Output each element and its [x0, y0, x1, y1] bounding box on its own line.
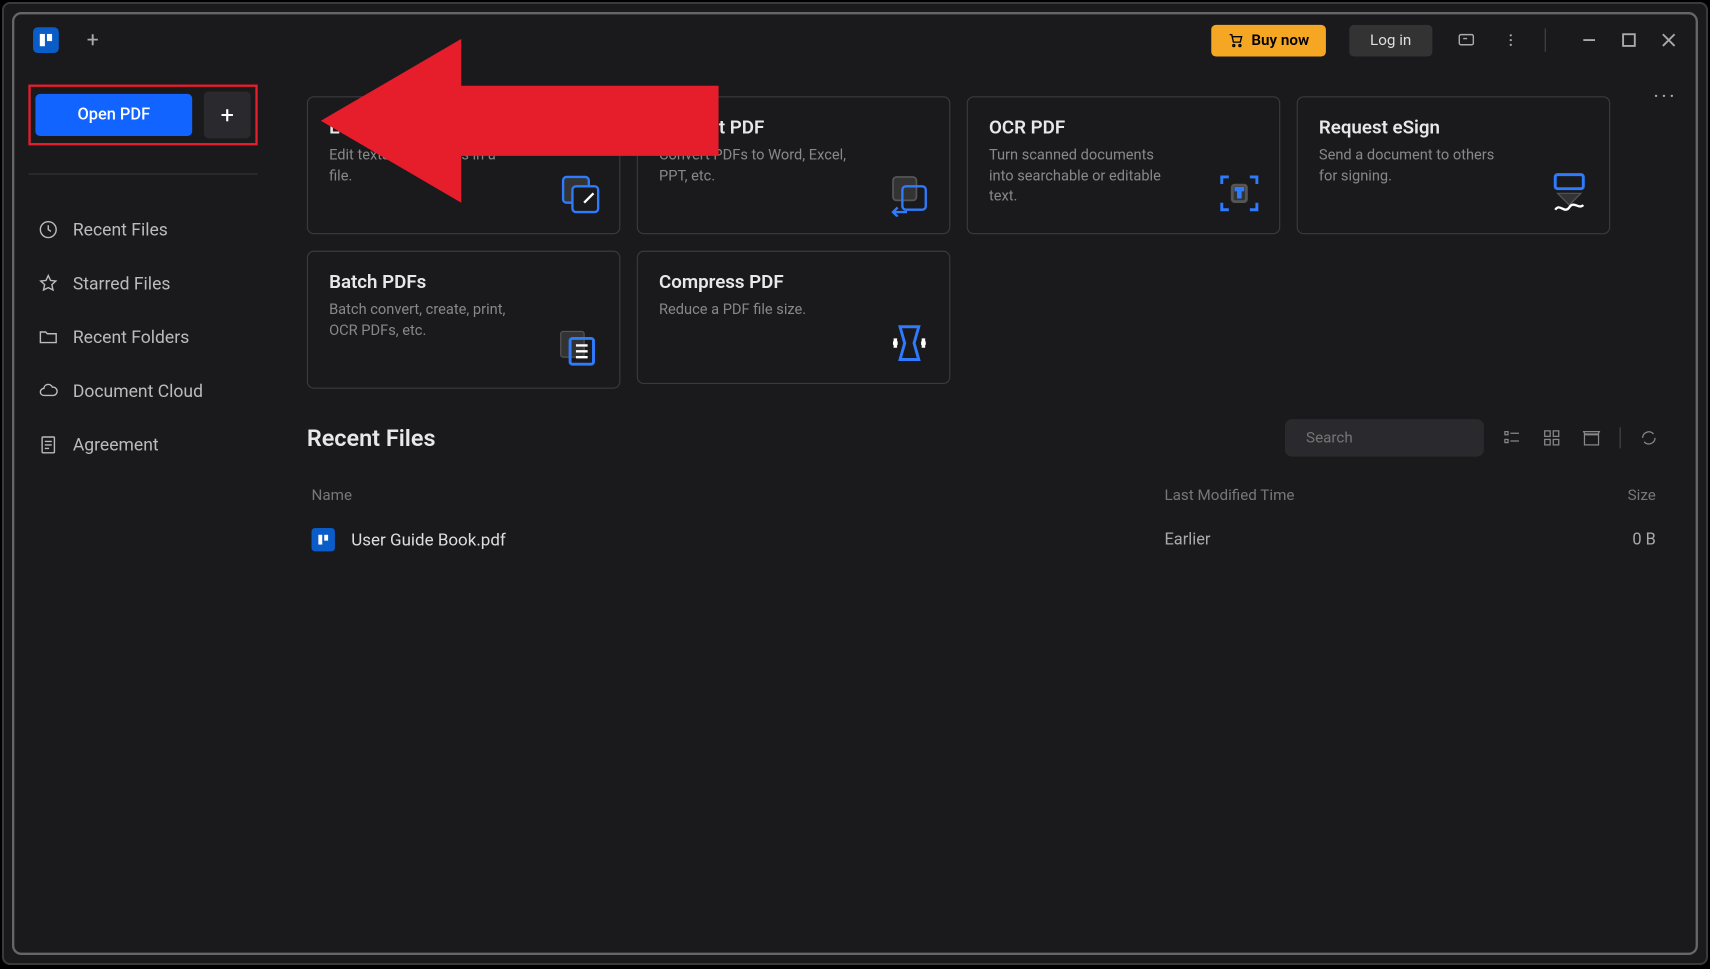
sidebar: Open PDF + Recent Files Starred Files Re… [14, 66, 271, 953]
sidebar-item-starred-files[interactable]: Starred Files [28, 257, 257, 311]
document-icon [38, 434, 59, 455]
more-options-button[interactable]: ··· [1653, 85, 1677, 110]
grid-view-icon[interactable] [1540, 426, 1563, 449]
search-box[interactable] [1285, 419, 1484, 456]
sidebar-item-label: Agreement [73, 434, 159, 455]
minimize-button[interactable] [1581, 32, 1597, 48]
sidebar-item-recent-folders[interactable]: Recent Folders [28, 310, 257, 364]
folder-icon [38, 327, 59, 348]
file-size: 0 B [1586, 530, 1656, 549]
quick-title: Batch PDFs [329, 271, 598, 293]
recent-files-header: Recent Files [307, 419, 1661, 456]
close-button[interactable] [1661, 32, 1677, 48]
file-name: User Guide Book.pdf [351, 530, 506, 550]
quick-title: Edit [329, 116, 598, 138]
quick-desc: Send a document to others for signing. [1319, 145, 1506, 186]
quick-title: Request eSign [1319, 116, 1588, 138]
message-icon[interactable] [1456, 30, 1477, 51]
cloud-icon [38, 381, 59, 402]
open-pdf-label: Open PDF [77, 106, 150, 125]
quick-tool-compress[interactable]: Compress PDF Reduce a PDF file size. [637, 251, 951, 384]
column-modified: Last Modified Time [1164, 487, 1585, 505]
quick-tool-ocr[interactable]: OCR PDF Turn scanned documents into sear… [967, 96, 1281, 234]
quick-tool-batch[interactable]: Batch PDFs Batch convert, create, print,… [307, 251, 621, 389]
login-label: Log in [1370, 31, 1411, 49]
quick-tool-convert[interactable]: Convert PDF Convert PDFs to Word, Excel,… [637, 96, 951, 234]
quick-desc: Edit texts and images in a file. [329, 145, 516, 186]
quick-desc: Convert PDFs to Word, Excel, PPT, etc. [659, 145, 846, 186]
sidebar-item-label: Starred Files [73, 273, 171, 294]
column-size: Size [1586, 487, 1656, 505]
star-icon [38, 273, 59, 294]
quick-title: Convert PDF [659, 116, 928, 138]
archive-icon[interactable] [1580, 426, 1603, 449]
clock-icon [38, 219, 59, 240]
quick-tools-grid: Edit Edit texts and images in a file. Co… [307, 96, 1661, 389]
quick-title: OCR PDF [989, 116, 1258, 138]
open-pdf-button[interactable]: Open PDF [35, 94, 192, 136]
quick-tool-esign[interactable]: Request eSign Send a document to others … [1297, 96, 1611, 234]
sidebar-item-document-cloud[interactable]: Document Cloud [28, 364, 257, 418]
buy-now-button[interactable]: Buy now [1212, 24, 1326, 56]
list-view-icon[interactable] [1500, 426, 1523, 449]
titlebar: + Buy now Log in [14, 14, 1695, 65]
open-pdf-highlight: Open PDF + [28, 85, 257, 146]
login-button[interactable]: Log in [1349, 24, 1432, 56]
file-modified: Earlier [1164, 530, 1585, 549]
kebab-menu-icon[interactable] [1500, 30, 1521, 51]
quick-tool-edit[interactable]: Edit Edit texts and images in a file. [307, 96, 621, 234]
esign-icon [1546, 170, 1593, 217]
buy-now-label: Buy now [1251, 31, 1309, 49]
compress-icon [886, 320, 933, 367]
file-table-header: Name Last Modified Time Size [307, 478, 1661, 514]
app-logo [33, 27, 59, 53]
sidebar-item-label: Document Cloud [73, 381, 203, 402]
maximize-button[interactable] [1621, 32, 1637, 48]
new-tab-button[interactable]: + [82, 30, 103, 51]
sidebar-item-label: Recent Files [73, 219, 168, 240]
search-input[interactable] [1306, 429, 1500, 447]
convert-icon [886, 170, 933, 217]
batch-icon [556, 324, 603, 371]
create-pdf-button[interactable]: + [204, 92, 251, 139]
sidebar-item-recent-files[interactable]: Recent Files [28, 203, 257, 257]
sidebar-item-agreement[interactable]: Agreement [28, 418, 257, 472]
pdf-file-icon [312, 528, 335, 551]
svg-text:T: T [1236, 186, 1244, 200]
refresh-icon[interactable] [1637, 426, 1660, 449]
quick-desc: Turn scanned documents into searchable o… [989, 145, 1176, 206]
recent-files-title: Recent Files [307, 424, 1269, 452]
column-name: Name [312, 487, 1165, 505]
quick-desc: Batch convert, create, print, OCR PDFs, … [329, 300, 516, 341]
sidebar-item-label: Recent Folders [73, 327, 189, 348]
file-row[interactable]: User Guide Book.pdf Earlier 0 B [307, 514, 1661, 565]
ocr-icon: T [1216, 170, 1263, 217]
main-content: ··· Edit Edit texts and images in a file… [272, 66, 1696, 953]
edit-icon [556, 170, 603, 217]
quick-title: Compress PDF [659, 271, 928, 293]
quick-desc: Reduce a PDF file size. [659, 300, 846, 320]
